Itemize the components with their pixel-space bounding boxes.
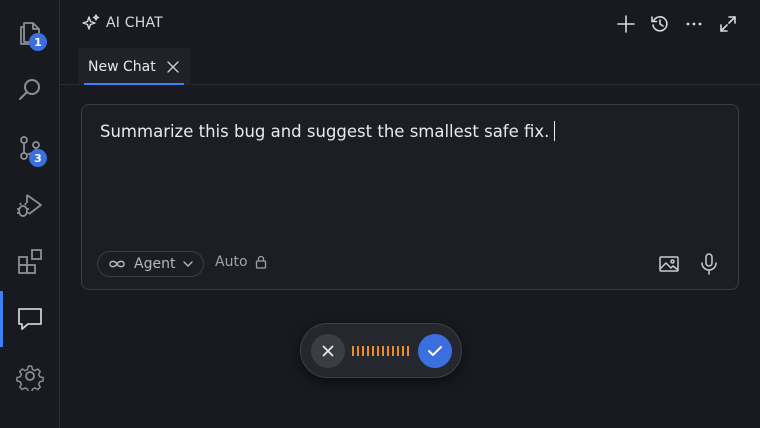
chat-header: AI CHAT <box>60 0 760 48</box>
infinity-icon <box>109 260 125 268</box>
confirm-recording-button[interactable] <box>418 334 452 368</box>
expand-icon <box>720 16 736 32</box>
source-control-badge: 3 <box>29 149 47 167</box>
tab-close-button[interactable] <box>166 60 180 74</box>
header-title: AI CHAT <box>106 15 163 31</box>
history-icon <box>651 16 668 32</box>
expand-button[interactable] <box>718 12 738 36</box>
activity-item-chat[interactable] <box>0 291 60 347</box>
activity-item-extensions[interactable] <box>0 233 60 289</box>
activity-bar: 1 3 <box>0 0 60 428</box>
model-selector[interactable]: Auto <box>215 254 267 270</box>
lock-icon <box>255 255 266 269</box>
sparkle-icon <box>82 14 100 30</box>
more-icon <box>686 22 702 26</box>
close-icon <box>167 60 179 73</box>
check-icon <box>428 346 442 356</box>
header-title-group: AI CHAT <box>82 14 163 32</box>
new-chat-button[interactable] <box>616 12 636 36</box>
agent-mode-selector[interactable]: Agent <box>97 251 205 277</box>
chat-input-text: Summarize this bug and suggest the small… <box>100 122 550 141</box>
more-actions-button[interactable] <box>684 12 704 36</box>
gear-icon <box>16 365 44 391</box>
image-icon <box>659 256 679 272</box>
plus-icon <box>617 15 635 33</box>
text-caret <box>554 121 556 141</box>
tab-new-chat[interactable]: New Chat <box>78 48 190 85</box>
attach-image-button[interactable] <box>657 252 681 276</box>
history-button[interactable] <box>650 12 670 36</box>
activity-item-explorer[interactable]: 1 <box>0 4 60 60</box>
activity-item-run-debug[interactable] <box>0 177 60 233</box>
extensions-icon <box>18 249 42 274</box>
explorer-badge: 1 <box>29 33 47 51</box>
activity-item-settings[interactable] <box>0 348 60 404</box>
voice-recording-bar <box>300 323 462 378</box>
activity-item-source-control[interactable]: 3 <box>0 120 60 176</box>
model-label: Auto <box>215 254 248 270</box>
search-icon <box>19 79 40 100</box>
voice-input-button[interactable] <box>697 252 721 276</box>
activity-item-search[interactable] <box>0 62 60 118</box>
cancel-recording-button[interactable] <box>311 334 345 368</box>
header-actions <box>616 12 738 36</box>
agent-mode-label: Agent <box>134 256 176 272</box>
tab-label: New Chat <box>88 58 156 75</box>
microphone-icon <box>701 253 717 275</box>
chevron-down-icon <box>183 261 194 267</box>
chat-icon <box>18 308 42 330</box>
waveform-indicator <box>352 346 409 356</box>
chat-input-field[interactable]: Summarize this bug and suggest the small… <box>100 121 556 141</box>
close-icon <box>322 345 334 357</box>
run-debug-icon <box>17 194 42 217</box>
chat-input-box[interactable]: Summarize this bug and suggest the small… <box>81 104 739 290</box>
tab-strip: New Chat <box>60 48 760 85</box>
